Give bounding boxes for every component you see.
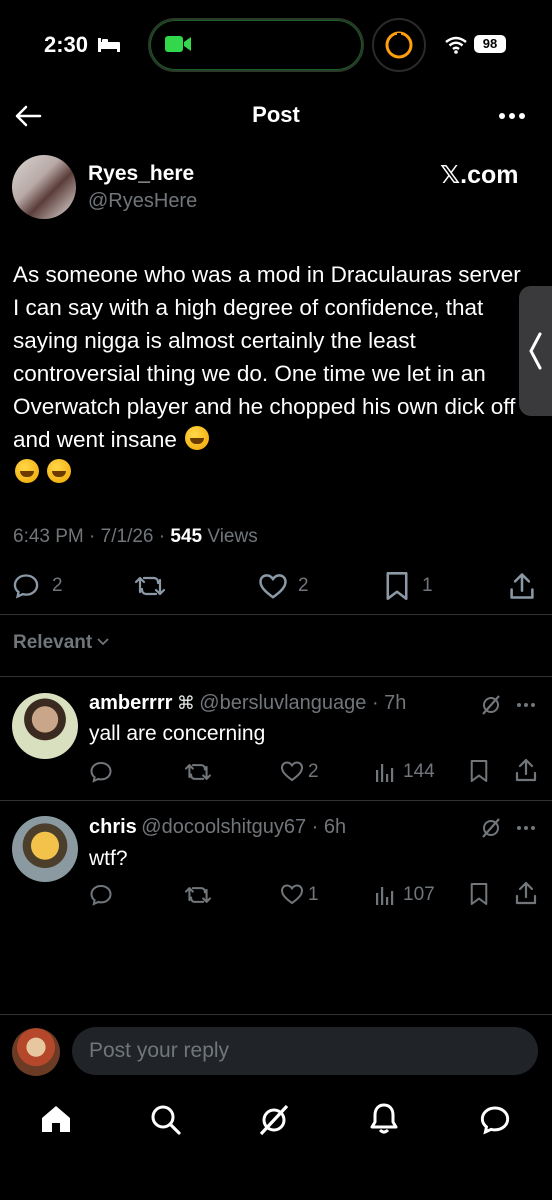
more-options-icon[interactable] bbox=[498, 112, 526, 120]
author-handle[interactable]: @RyesHere bbox=[88, 190, 197, 213]
reply-age: 6h bbox=[323, 816, 347, 838]
post-text: As someone who was a mod in Draculauras … bbox=[13, 258, 528, 489]
like-heart-icon[interactable] bbox=[258, 572, 288, 600]
post-date: 7/1/26 bbox=[100, 526, 154, 547]
reply-author-name[interactable]: chris bbox=[89, 816, 137, 838]
chevron-down-icon bbox=[97, 638, 110, 646]
reply-like-count: 2 bbox=[308, 761, 319, 782]
views-bar-chart-icon[interactable] bbox=[375, 761, 395, 783]
side-panel-handle[interactable] bbox=[519, 286, 552, 416]
views-bar-chart-icon[interactable] bbox=[375, 884, 395, 906]
rolling-laughing-emoji-icon bbox=[15, 459, 39, 483]
reply-author-name[interactable]: amberrrr bbox=[89, 692, 172, 714]
reply-icon[interactable] bbox=[12, 572, 40, 600]
reply-count: 2 bbox=[52, 575, 63, 596]
post-body: As someone who was a mod in Draculauras … bbox=[13, 262, 521, 452]
home-icon[interactable] bbox=[40, 1104, 72, 1134]
rolling-laughing-emoji-icon bbox=[185, 426, 210, 450]
grok-icon[interactable] bbox=[480, 817, 502, 839]
page-title: Post bbox=[252, 102, 300, 127]
reply-header: amberrrr ⌘ @bersluvlanguage · 7h bbox=[89, 692, 407, 714]
reply-header: chris @docoolshitguy67 · 6h bbox=[89, 816, 347, 838]
reply-age: 7h bbox=[384, 692, 407, 714]
more-options-icon[interactable] bbox=[516, 825, 536, 831]
messages-icon[interactable] bbox=[479, 1104, 511, 1136]
bookmark-count: 1 bbox=[422, 575, 433, 596]
bookmark-icon[interactable] bbox=[384, 571, 410, 601]
video-call-icon[interactable] bbox=[164, 33, 192, 55]
bookmark-icon[interactable] bbox=[469, 881, 489, 907]
share-icon[interactable] bbox=[508, 571, 536, 601]
reply-views-count: 144 bbox=[403, 761, 435, 782]
post-time: 6:43 PM bbox=[13, 526, 84, 547]
repost-icon[interactable] bbox=[134, 572, 166, 600]
notifications-bell-icon[interactable] bbox=[368, 1102, 400, 1136]
sleep-mode-icon bbox=[97, 36, 121, 54]
repost-icon[interactable] bbox=[184, 760, 212, 784]
repost-icon[interactable] bbox=[184, 883, 212, 907]
search-icon[interactable] bbox=[150, 1104, 182, 1136]
rolling-laughing-emoji-icon bbox=[47, 459, 72, 483]
reply-input-placeholder[interactable]: Post your reply bbox=[89, 1039, 229, 1063]
sort-label: Relevant bbox=[13, 632, 93, 653]
like-count: 2 bbox=[298, 575, 309, 596]
reply-text: yall are concerning bbox=[89, 722, 266, 745]
share-icon[interactable] bbox=[514, 757, 538, 783]
timer-indicator[interactable] bbox=[372, 18, 426, 72]
current-user-avatar[interactable] bbox=[12, 1028, 60, 1076]
reply-avatar[interactable] bbox=[12, 693, 78, 759]
wifi-icon bbox=[444, 36, 468, 54]
divider bbox=[0, 676, 552, 677]
share-icon[interactable] bbox=[514, 880, 538, 906]
more-options-icon[interactable] bbox=[516, 702, 536, 708]
reply-avatar[interactable] bbox=[12, 816, 78, 882]
source-watermark: 𝕏.com bbox=[440, 161, 519, 189]
post-meta: 6:43 PM · 7/1/26 · 545 Views bbox=[13, 526, 258, 547]
clover-badge-icon: ⌘ bbox=[176, 693, 195, 713]
divider bbox=[0, 614, 552, 615]
author-name[interactable]: Ryes_here bbox=[88, 162, 194, 186]
reply-views-count: 107 bbox=[403, 884, 435, 905]
sort-dropdown[interactable]: Relevant bbox=[13, 632, 110, 654]
reply-author-handle[interactable]: @bersluvlanguage bbox=[199, 692, 366, 714]
reply-icon[interactable] bbox=[89, 760, 113, 784]
reply-text: wtf? bbox=[89, 847, 128, 870]
status-time: 2:30 bbox=[44, 32, 89, 57]
reply-like-count: 1 bbox=[308, 884, 319, 905]
like-heart-icon[interactable] bbox=[280, 760, 304, 782]
reply-icon[interactable] bbox=[89, 883, 113, 907]
author-avatar[interactable] bbox=[12, 155, 76, 219]
views-label[interactable]: Views bbox=[207, 526, 257, 547]
chevron-left-icon bbox=[529, 332, 542, 370]
like-heart-icon[interactable] bbox=[280, 883, 304, 905]
views-count: 545 bbox=[170, 526, 203, 547]
divider bbox=[0, 800, 552, 801]
bookmark-icon[interactable] bbox=[469, 758, 489, 784]
reply-author-handle[interactable]: @docoolshitguy67 bbox=[141, 816, 306, 838]
battery-indicator: 98 bbox=[474, 35, 506, 53]
grok-icon[interactable] bbox=[258, 1104, 290, 1136]
divider bbox=[0, 1014, 552, 1015]
grok-icon[interactable] bbox=[480, 694, 502, 716]
